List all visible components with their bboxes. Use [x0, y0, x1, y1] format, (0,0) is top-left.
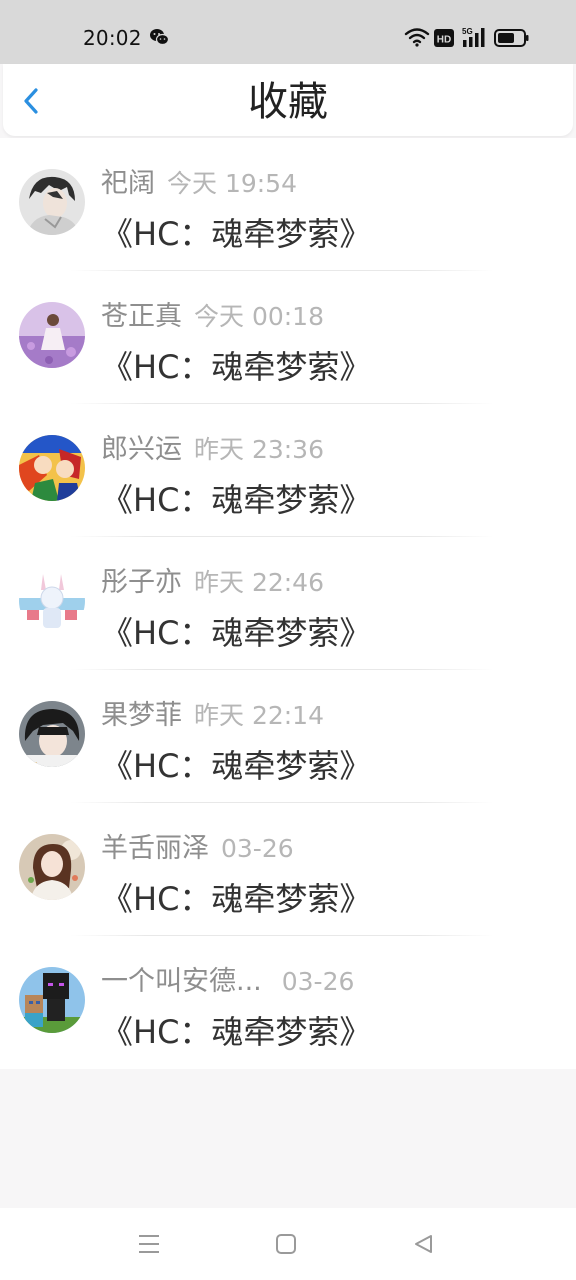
- navigation-bar: [0, 1208, 576, 1280]
- item-header: 一个叫安德... 03-26: [101, 959, 354, 998]
- avatar: [19, 568, 85, 634]
- list-item[interactable]: 彤子亦 昨天 22:46 《HC：魂牵梦萦》: [0, 537, 576, 670]
- status-bar: 20:02 HD 5G: [0, 0, 576, 64]
- list-item[interactable]: ~ ~ 果梦菲 昨天 22:14 《HC：魂牵梦萦》: [0, 670, 576, 803]
- book-title[interactable]: 《HC：魂牵梦萦》: [101, 608, 371, 654]
- wifi-icon: [404, 28, 430, 47]
- user-name[interactable]: 羊舌丽泽: [101, 833, 209, 864]
- avatar: [19, 169, 85, 235]
- user-name[interactable]: 苍正真: [101, 301, 182, 332]
- item-header: 苍正真 今天 00:18: [101, 294, 324, 333]
- time-stamp: 昨天 23:36: [194, 435, 324, 464]
- status-time: 20:02: [83, 26, 142, 50]
- list-item[interactable]: 羊舌丽泽 03-26 《HC：魂牵梦萦》: [0, 803, 576, 936]
- item-header: 果梦菲 昨天 22:14: [101, 693, 324, 732]
- avatar: [19, 967, 85, 1033]
- avatar: ~ ~: [19, 701, 85, 767]
- item-header: 彤子亦 昨天 22:46: [101, 560, 324, 599]
- avatar: [19, 435, 85, 501]
- time-stamp: 昨天 22:46: [194, 568, 324, 597]
- list-item[interactable]: 苍正真 今天 00:18 《HC：魂牵梦萦》: [0, 271, 576, 404]
- list-item[interactable]: 一个叫安德... 03-26 《HC：魂牵梦萦》: [0, 936, 576, 1069]
- book-title[interactable]: 《HC：魂牵梦萦》: [101, 874, 371, 920]
- network-type-label: 5G: [462, 27, 473, 36]
- avatar: [19, 302, 85, 368]
- book-title[interactable]: 《HC：魂牵梦萦》: [101, 209, 371, 255]
- hd-icon: HD: [434, 29, 454, 47]
- 5g-signal-icon: 5G: [462, 27, 485, 47]
- list-item[interactable]: 祀阔 今天 19:54 《HC：魂牵梦萦》: [0, 138, 576, 271]
- time-stamp: 今天 00:18: [194, 302, 324, 331]
- page-title: 收藏: [248, 79, 328, 125]
- avatar: [19, 834, 85, 900]
- header: 收藏: [3, 64, 573, 136]
- item-header: 郎兴运 昨天 23:36: [101, 427, 324, 466]
- user-name[interactable]: 祀阔: [101, 168, 155, 199]
- menu-icon[interactable]: [137, 1233, 161, 1255]
- wechat-icon: [150, 29, 169, 46]
- time-stamp: 昨天 22:14: [194, 701, 324, 730]
- user-name[interactable]: 郎兴运: [101, 434, 182, 465]
- time-stamp: 今天 19:54: [167, 169, 297, 198]
- back-triangle-icon[interactable]: [412, 1233, 434, 1255]
- time-stamp: 03-26: [281, 967, 355, 996]
- user-name[interactable]: 一个叫安德...: [101, 966, 262, 997]
- book-title[interactable]: 《HC：魂牵梦萦》: [101, 342, 371, 388]
- time-stamp: 03-26: [221, 834, 294, 863]
- book-title[interactable]: 《HC：魂牵梦萦》: [101, 1007, 371, 1053]
- svg-text:~ ~: ~ ~: [27, 760, 37, 767]
- item-header: 祀阔 今天 19:54: [101, 161, 297, 200]
- user-name[interactable]: 彤子亦: [101, 567, 182, 598]
- battery-icon: [494, 29, 529, 47]
- book-title[interactable]: 《HC：魂牵梦萦》: [101, 475, 371, 521]
- hd-label: HD: [437, 35, 451, 46]
- favorites-list: 祀阔 今天 19:54 《HC：魂牵梦萦》 苍正真 今天 00:18 《HC：魂牵梦…: [0, 138, 576, 1069]
- item-header: 羊舌丽泽 03-26: [101, 826, 294, 865]
- list-item[interactable]: 郎兴运 昨天 23:36 《HC：魂牵梦萦》: [0, 404, 576, 537]
- user-name[interactable]: 果梦菲: [101, 700, 182, 731]
- home-square-icon[interactable]: [275, 1233, 297, 1255]
- book-title[interactable]: 《HC：魂牵梦萦》: [101, 741, 371, 787]
